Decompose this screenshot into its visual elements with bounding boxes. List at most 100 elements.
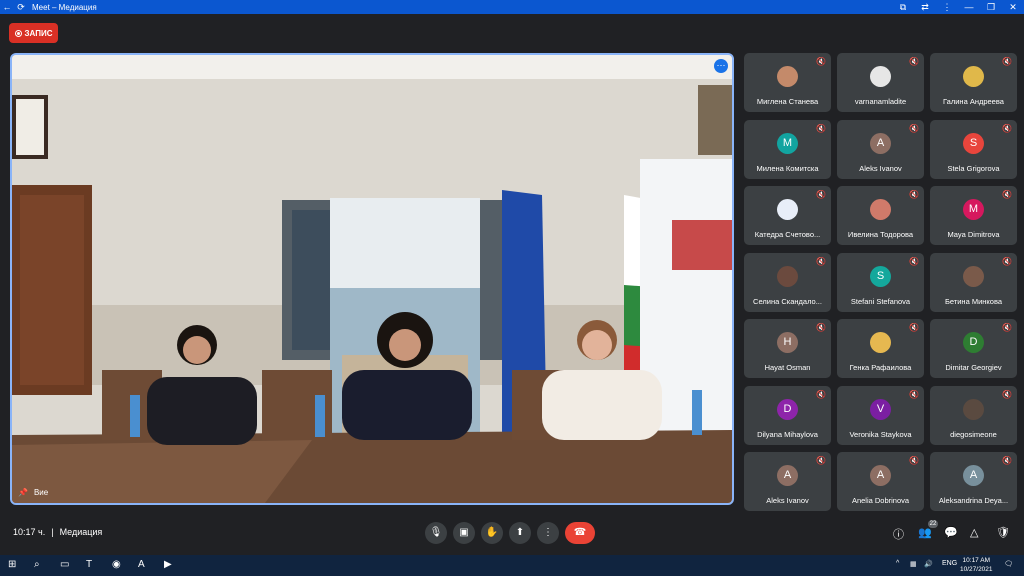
participant-name: Aleks Ivanov [766,496,809,505]
participant-tile[interactable]: 🔇 Катедра Счетово... [744,186,831,245]
avatar: A [870,132,891,154]
chrome-icon[interactable]: ◉ [112,559,121,570]
more-options-icon[interactable]: ⋯ [714,59,728,73]
host-controls-icon[interactable]: 🛡 [996,526,1010,539]
chat-icon[interactable]: 💬 [944,526,958,539]
meeting-info: 10:17 ч. | Медиация [13,527,102,537]
info-icon[interactable]: ⓘ [893,526,904,542]
avatar: S [963,132,984,154]
participant-name: Миглена Станева [756,97,819,106]
meeting-controls-bar: 10:17 ч. | Медиация 🎙 ▣ ✋ ⬆ ⋮ ☎ ⓘ 👥 22 💬… [0,513,1024,555]
participant-name: Stefani Stefanova [850,296,911,306]
present-icon: ⬆ [515,527,525,538]
teams-icon[interactable]: T [86,559,92,570]
avatar: M [777,132,798,154]
refresh-icon[interactable]: ⟳ [14,2,28,13]
avatar [870,199,891,220]
avatar: A [777,465,798,486]
participant-tile[interactable]: 🔇 Генка Рафаилова [837,319,924,378]
participant-tile[interactable]: 🔇 A Anelia Dobrinova [837,452,924,511]
search-icon[interactable]: ⌕ [34,559,40,570]
participant-tile[interactable]: 🔇 diegosimeone [930,385,1017,445]
recording-label: ЗАПИС [24,28,53,38]
meet-app-icon[interactable]: ▶ [164,559,172,570]
participant-tile[interactable]: 🔇 D Dilyana Mihaylova [744,385,831,445]
acrobat-icon[interactable]: A [138,559,145,570]
participant-name: Dimitar Georgiev [945,363,1002,372]
hangup-icon: ☎ [573,527,587,538]
mic-off-icon: 🔇 [909,123,919,133]
participant-name: Селина Скандало... [753,296,822,306]
avatar [777,199,798,220]
present-button[interactable]: ⬆ [509,522,531,544]
leave-call-button[interactable]: ☎ [565,522,595,544]
mic-off-icon: 🔇 [909,256,919,266]
self-label: 📌 Вие [18,488,48,497]
more-actions-button[interactable]: ⋮ [537,522,559,544]
participant-tile[interactable]: 🔇 A Aleksandrina Deya... [930,452,1017,511]
mic-off-icon: 🔇 [909,190,919,199]
participant-tile[interactable]: 🔇 V Veronika Staykova [837,385,924,445]
mic-off-icon: 🔇 [816,57,826,66]
mic-off-icon: 🔇 [909,57,919,66]
participant-tile[interactable]: 🔇 D Dimitar Georgiev [930,319,1017,378]
restore-icon[interactable]: ❐ [980,2,1002,13]
meeting-name: Медиация [59,527,103,537]
participant-tile[interactable]: 🔇 varnanamladite [837,53,924,112]
mic-off-icon: 🔇 [816,256,826,266]
participant-tile[interactable]: 🔇 Миглена Станева [744,53,831,112]
back-icon[interactable]: ← [0,2,14,12]
mic-off-icon: 🔇 [1002,456,1012,465]
file-explorer-icon[interactable]: ▭ [60,559,69,570]
participant-name: diegosimeone [950,429,997,439]
raise-hand-button[interactable]: ✋ [481,522,503,544]
mic-off-icon: 🔇 [816,456,826,465]
share-icon[interactable]: ⧉ [892,2,914,13]
avatar [870,66,891,87]
participant-tile[interactable]: 🔇 M Maya Dimitrova [930,186,1017,245]
window-title: Meet – Медиация [32,2,97,12]
language-indicator[interactable]: ENG [942,560,957,567]
microphone-button[interactable]: 🎙 [425,522,447,544]
translate-icon[interactable]: ⇄ [914,2,936,13]
network-icon[interactable]: ▦ [910,560,917,568]
avatar: M [963,199,984,220]
avatar: H [777,332,798,353]
menu-icon[interactable]: ⋮ [936,2,958,13]
participant-tile[interactable]: 🔇 S Stela Grigorova [930,119,1017,179]
participant-tile[interactable]: 🔇 S Stefani Stefanova [837,252,924,312]
participant-tile[interactable]: 🔇 Галина Андреева [930,53,1017,112]
participant-tile[interactable]: 🔇 Ивелина Тодорова [837,186,924,245]
mic-icon: 🎙 [429,527,443,538]
meeting-time: 10:17 ч. [13,527,46,537]
close-icon[interactable]: ✕ [1002,2,1024,13]
camera-button[interactable]: ▣ [453,522,475,544]
camera-icon: ▣ [459,527,469,538]
participant-tile[interactable]: 🔇 A Aleks Ivanov [837,119,924,179]
avatar [963,265,984,287]
avatar: D [777,398,798,420]
participant-name: Милена Комитска [756,163,819,173]
taskbar-clock[interactable]: 10:17 AM 10/27/2021 [960,556,993,574]
mic-off-icon: 🔇 [1002,389,1012,399]
windows-start-icon[interactable]: ⊞ [8,559,16,570]
participant-tile[interactable]: 🔇 Бетина Минкова [930,252,1017,312]
people-icon[interactable]: 👥 [918,526,932,539]
volume-icon[interactable]: 🔊 [924,560,933,568]
recording-button[interactable]: ЗАПИС [9,23,58,43]
activities-icon[interactable]: △ [970,526,978,539]
notifications-icon[interactable]: 🗨 [1004,560,1013,568]
participant-tile[interactable]: 🔇 M Милена Комитска [744,119,831,179]
participant-name: Бетина Минкова [944,296,1003,306]
tray-up-icon[interactable]: ^ [896,560,899,567]
minimize-icon[interactable]: — [958,2,980,12]
mic-off-icon: 🔇 [1002,123,1012,133]
pin-icon[interactable]: 📌 [18,488,28,497]
mic-off-icon: 🔇 [1002,323,1012,332]
participant-count-badge: 22 [928,520,938,528]
main-video[interactable]: ⋯ 📌 Вие [10,53,734,505]
participant-tile[interactable]: 🔇 A Aleks Ivanov [744,452,831,511]
participant-tile[interactable]: 🔇 Селина Скандало... [744,252,831,312]
avatar [777,66,798,87]
participant-tile[interactable]: 🔇 H Hayat Osman [744,319,831,378]
